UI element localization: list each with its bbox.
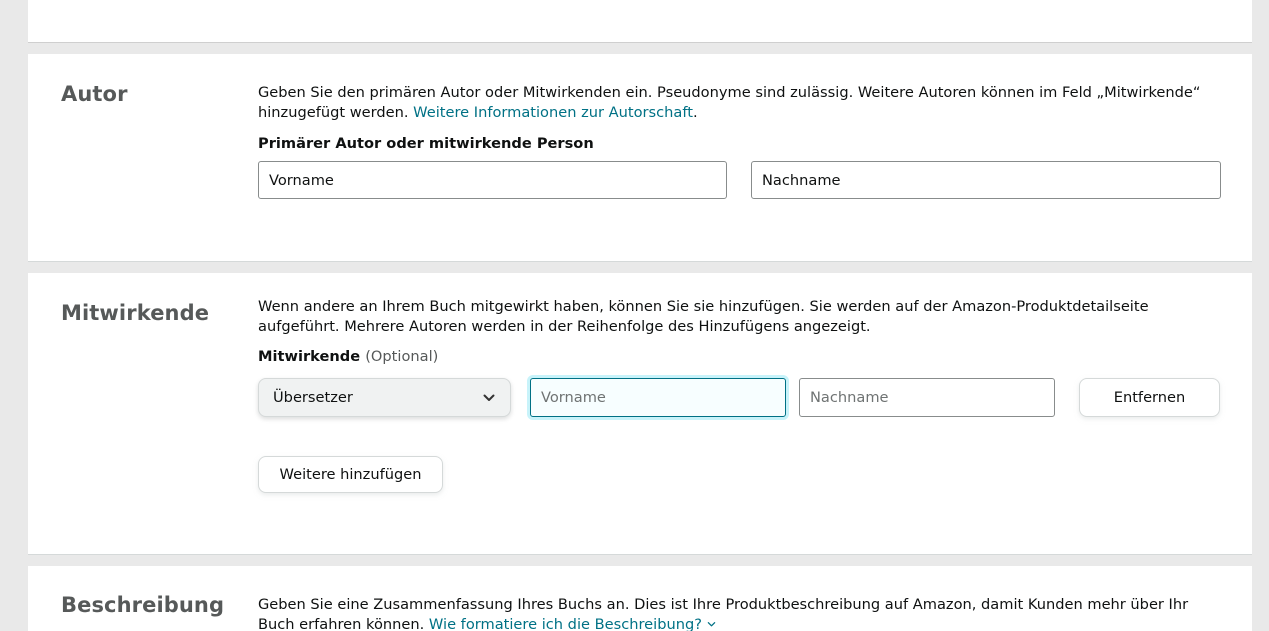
- contributor-first-name-input[interactable]: [530, 378, 786, 417]
- primary-author-last-name-input[interactable]: [751, 161, 1221, 199]
- chevron-down-icon: [483, 394, 495, 401]
- autor-section: Autor Geben Sie den primären Autor oder …: [28, 54, 1252, 262]
- primary-author-first-name-input[interactable]: [258, 161, 727, 199]
- mitwirkende-section: Mitwirkende Wenn andere an Ihrem Buch mi…: [28, 273, 1252, 555]
- primary-author-label: Primärer Autor oder mitwirkende Person: [258, 135, 594, 152]
- description-format-link-text: Wie formatiere ich die Beschreibung?: [428, 616, 702, 631]
- beschreibung-description: Geben Sie eine Zusammenfassung Ihres Buc…: [258, 595, 1218, 631]
- contributors-optional-hint: (Optional): [365, 348, 439, 365]
- page: Autor Geben Sie den primären Autor oder …: [0, 0, 1269, 631]
- remove-contributor-button[interactable]: Entfernen: [1079, 378, 1220, 417]
- beschreibung-section-title: Beschreibung: [61, 593, 225, 617]
- autor-description: Geben Sie den primären Autor oder Mitwir…: [258, 83, 1218, 123]
- autor-description-text: Geben Sie den primären Autor oder Mitwir…: [258, 84, 1201, 121]
- autorship-info-link[interactable]: Weitere Informationen zur Autorschaft: [413, 104, 693, 121]
- beschreibung-section: Beschreibung Geben Sie eine Zusammenfass…: [28, 566, 1252, 631]
- add-more-contributors-button[interactable]: Weitere hinzufügen: [258, 456, 443, 493]
- contributor-last-name-input[interactable]: [799, 378, 1055, 417]
- mitwirkende-description: Wenn andere an Ihrem Buch mitgewirkt hab…: [258, 298, 1149, 335]
- contributor-role-select[interactable]: Übersetzer: [258, 378, 511, 417]
- autor-section-title: Autor: [61, 82, 128, 106]
- chevron-down-icon: [707, 622, 715, 627]
- contributors-label: Mitwirkende (Optional): [258, 348, 438, 365]
- contributors-label-text: Mitwirkende: [258, 348, 361, 365]
- description-format-link[interactable]: Wie formatiere ich die Beschreibung?: [429, 616, 716, 631]
- autor-description-suffix: .: [692, 104, 698, 121]
- mitwirkende-section-title: Mitwirkende: [61, 301, 210, 325]
- previous-section-panel: [28, 0, 1252, 43]
- contributor-role-selected: Übersetzer: [273, 389, 353, 406]
- beschreibung-description-text: Geben Sie eine Zusammenfassung Ihres Buc…: [258, 596, 1189, 631]
